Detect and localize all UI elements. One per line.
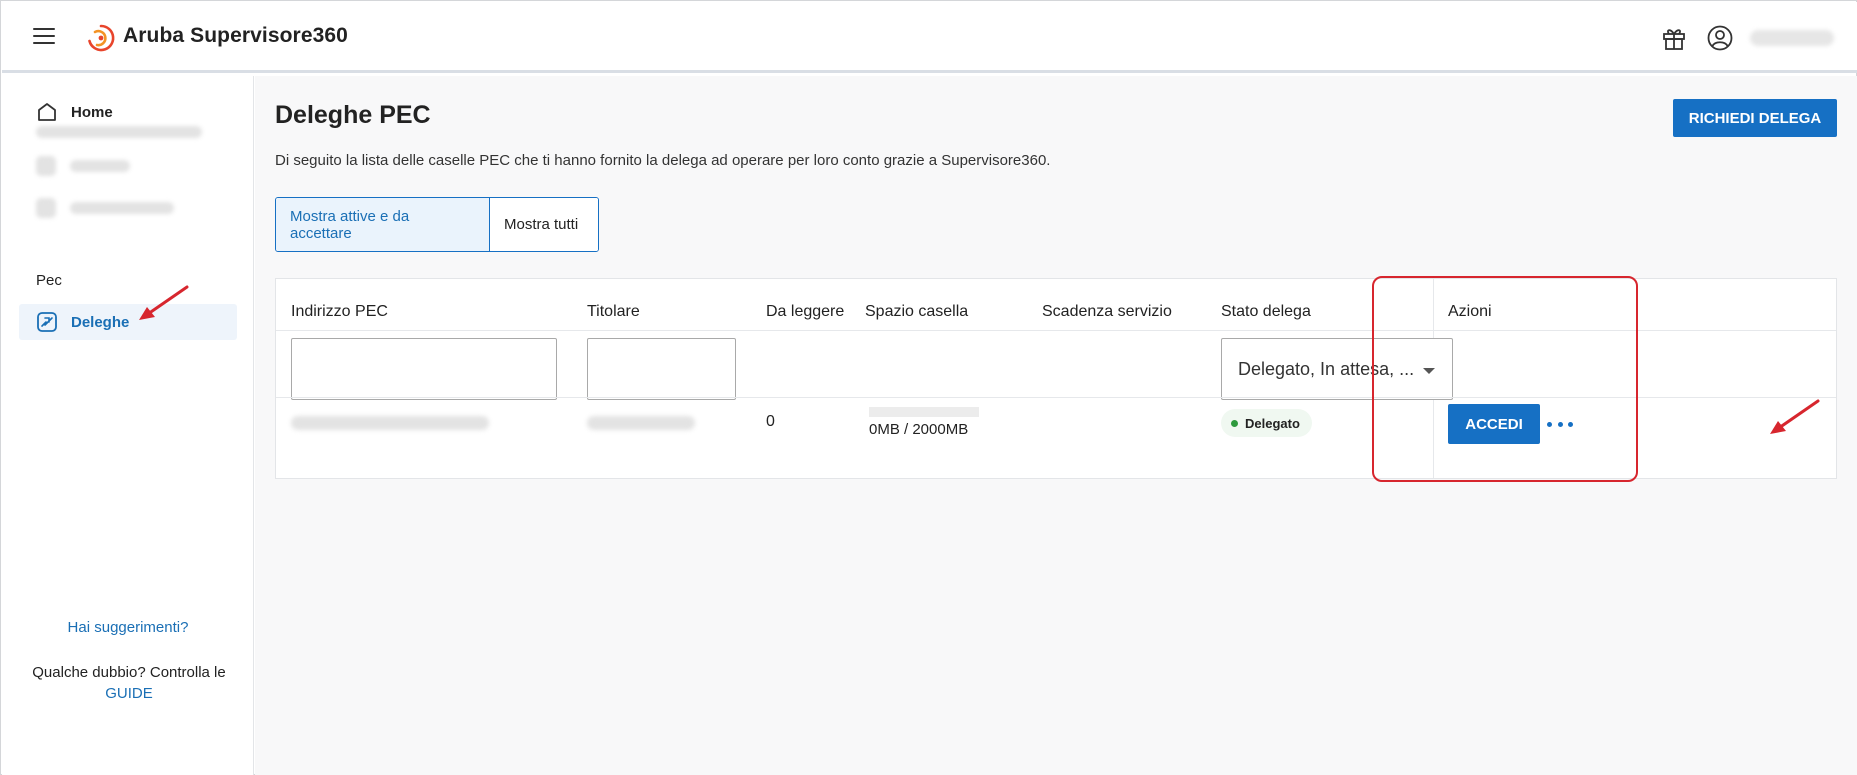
page-description: Di seguito la lista delle caselle PEC ch… bbox=[275, 152, 1051, 169]
owner-filter-input[interactable] bbox=[587, 338, 736, 400]
annotation-highlight-box bbox=[1372, 276, 1638, 482]
delegation-icon bbox=[35, 310, 59, 334]
redacted-icon bbox=[36, 198, 56, 218]
brand-name: Aruba Supervisore360 bbox=[123, 24, 348, 47]
column-header-owner[interactable]: Titolare bbox=[587, 303, 640, 321]
filter-toggle: Mostra attive e da accettare Mostra tutt… bbox=[275, 197, 599, 252]
hamburger-icon[interactable] bbox=[33, 28, 55, 46]
unread-count: 0 bbox=[766, 413, 775, 430]
sidebar: Home Pec Deleghe Hai suggerimenti? Qualc… bbox=[2, 76, 254, 775]
toggle-show-all[interactable]: Mostra tutti bbox=[490, 198, 598, 251]
help-text-label: Qualche dubbio? Controlla le bbox=[32, 664, 226, 681]
redacted-icon bbox=[36, 156, 56, 176]
redacted-item[interactable] bbox=[70, 202, 174, 214]
sidebar-item-label: Deleghe bbox=[71, 313, 130, 331]
owner-redacted bbox=[587, 416, 695, 430]
pec-address-redacted bbox=[291, 416, 489, 430]
redacted-section bbox=[36, 126, 202, 138]
suggestions-link[interactable]: Hai suggerimenti? bbox=[2, 619, 254, 636]
status-dot bbox=[1231, 420, 1238, 427]
column-header-delegation-status[interactable]: Stato delega bbox=[1221, 303, 1311, 321]
pec-address-filter-input[interactable] bbox=[291, 338, 557, 400]
sidebar-item-deleghe[interactable]: Deleghe bbox=[19, 304, 237, 340]
storage-usage: 0MB / 2000MB bbox=[869, 421, 969, 438]
annotation-arrow-icon bbox=[139, 285, 189, 320]
sidebar-item-label: Home bbox=[71, 103, 113, 121]
home-icon bbox=[35, 100, 59, 124]
annotation-arrow-icon bbox=[1770, 399, 1820, 434]
guide-link[interactable]: GUIDE bbox=[105, 685, 153, 702]
column-header-unread[interactable]: Da leggere bbox=[766, 303, 844, 321]
top-header: Aruba Supervisore360 bbox=[2, 2, 1857, 73]
column-header-pec-address[interactable]: Indirizzo PEC bbox=[291, 303, 388, 321]
storage-progress-bar bbox=[869, 407, 979, 417]
status-badge: Delegato bbox=[1221, 409, 1312, 437]
help-text: Qualche dubbio? Controlla le GUIDE bbox=[24, 662, 234, 704]
toggle-active-and-pending[interactable]: Mostra attive e da accettare bbox=[276, 198, 490, 251]
column-header-service-expiry[interactable]: Scadenza servizio bbox=[1042, 303, 1172, 321]
column-header-mailbox-space[interactable]: Spazio casella bbox=[865, 303, 968, 321]
aruba-logo-icon bbox=[88, 24, 115, 52]
sidebar-item-home[interactable]: Home bbox=[19, 94, 237, 130]
app-window: Aruba Supervisore360 Home Pec Deleghe Ha… bbox=[0, 0, 1857, 775]
page-title: Deleghe PEC bbox=[275, 101, 431, 129]
status-badge-label: Delegato bbox=[1245, 415, 1300, 431]
redacted-item[interactable] bbox=[70, 160, 130, 172]
sidebar-section-pec: Pec bbox=[36, 272, 62, 289]
request-delegation-button[interactable]: RICHIEDI DELEGA bbox=[1673, 99, 1837, 137]
gift-icon[interactable] bbox=[1660, 24, 1688, 52]
user-name-redacted[interactable] bbox=[1750, 30, 1834, 46]
user-circle-icon[interactable] bbox=[1706, 24, 1734, 52]
